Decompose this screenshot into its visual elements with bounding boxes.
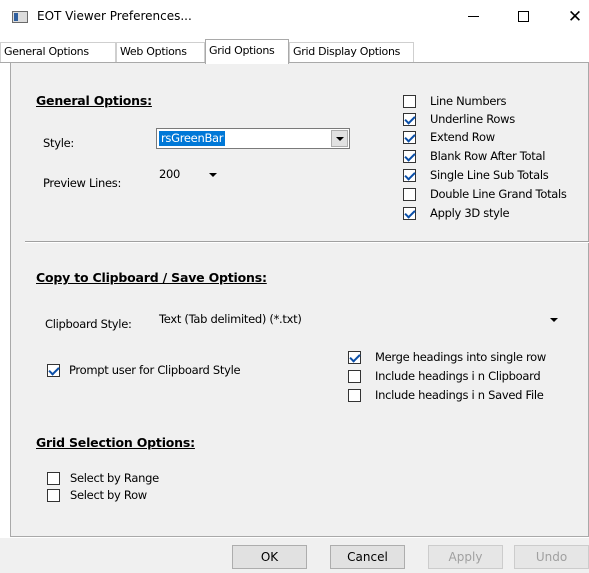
tab-grid-options[interactable]: Grid Options [205, 39, 289, 64]
chevron-down-icon [209, 173, 217, 177]
style-select-value: rsGreenBar [159, 131, 226, 146]
apply-button[interactable]: Apply [428, 545, 503, 569]
single-line-sub-totals-label: Single Line Sub Totals [430, 168, 549, 182]
tab-general-options[interactable]: General Options [0, 42, 116, 62]
prompt-clipboard-style-checkbox[interactable] [47, 364, 60, 377]
preview-lines-select[interactable]: 200 [156, 165, 226, 185]
clipboard-options-heading: Copy to Clipboard / Save Options: [36, 270, 267, 285]
window-title: EOT Viewer Preferences... [37, 9, 192, 23]
style-select[interactable]: rsGreenBar [156, 128, 350, 149]
underline-rows-checkbox[interactable] [403, 113, 416, 126]
close-icon: ✕ [567, 6, 583, 27]
tab-grid-display-options[interactable]: Grid Display Options [289, 42, 414, 62]
select-by-range-label: Select by Range [70, 471, 159, 485]
clipboard-style-value: Text (Tab delimited) (*.txt) [159, 312, 302, 326]
preview-lines-value: 200 [159, 167, 181, 181]
undo-button[interactable]: Undo [514, 545, 589, 569]
merge-headings-label: Merge headings into single row [375, 350, 546, 364]
extend-row-checkbox[interactable] [403, 131, 416, 144]
chevron-down-icon [550, 318, 558, 322]
single-line-sub-totals-checkbox[interactable] [403, 169, 416, 182]
apply-3d-style-label: Apply 3D style [430, 206, 510, 220]
minimize-icon [467, 16, 479, 17]
preview-lines-label: Preview Lines: [43, 176, 122, 190]
extend-row-label: Extend Row [430, 130, 495, 144]
section-divider [25, 241, 589, 243]
line-numbers-label: Line Numbers [430, 94, 507, 108]
chevron-down-icon [335, 136, 344, 141]
select-by-range-checkbox[interactable] [47, 472, 60, 485]
cancel-button[interactable]: Cancel [330, 545, 405, 569]
include-headings-clipboard-checkbox[interactable] [348, 370, 361, 383]
close-button[interactable]: ✕ [552, 0, 589, 33]
tab-web-options[interactable]: Web Options [116, 42, 205, 62]
style-dropdown-button[interactable] [331, 130, 348, 147]
underline-rows-label: Underline Rows [430, 112, 515, 126]
select-by-row-checkbox[interactable] [47, 489, 60, 502]
include-headings-saved-file-checkbox[interactable] [348, 389, 361, 402]
ok-button[interactable]: OK [232, 545, 307, 569]
double-line-grand-totals-checkbox[interactable] [403, 188, 416, 201]
panel-edge [0, 62, 10, 63]
grid-selection-heading: Grid Selection Options: [36, 435, 195, 450]
app-icon [12, 11, 28, 23]
general-options-heading: General Options: [36, 93, 152, 108]
maximize-button[interactable] [500, 0, 546, 33]
blank-row-after-total-checkbox[interactable] [403, 150, 416, 163]
include-headings-saved-file-label: Include headings i n Saved File [375, 388, 544, 402]
merge-headings-checkbox[interactable] [348, 351, 361, 364]
tab-strip: General Options Web Options Grid Options… [0, 39, 589, 64]
minimize-button[interactable] [450, 0, 496, 33]
double-line-grand-totals-label: Double Line Grand Totals [430, 187, 567, 201]
clipboard-style-select[interactable]: Text (Tab delimited) (*.txt) [156, 309, 569, 329]
blank-row-after-total-label: Blank Row After Total [430, 149, 546, 163]
line-numbers-checkbox[interactable] [403, 95, 416, 108]
title-bar: EOT Viewer Preferences... ✕ [0, 0, 589, 33]
prompt-clipboard-style-label: Prompt user for Clipboard Style [69, 363, 241, 377]
style-label: Style: [43, 136, 74, 150]
clipboard-style-label: Clipboard Style: [45, 317, 132, 331]
select-by-row-label: Select by Row [70, 488, 147, 502]
maximize-icon [517, 11, 529, 22]
include-headings-clipboard-label: Include headings i n Clipboard [375, 369, 541, 383]
apply-3d-style-checkbox[interactable] [403, 207, 416, 220]
